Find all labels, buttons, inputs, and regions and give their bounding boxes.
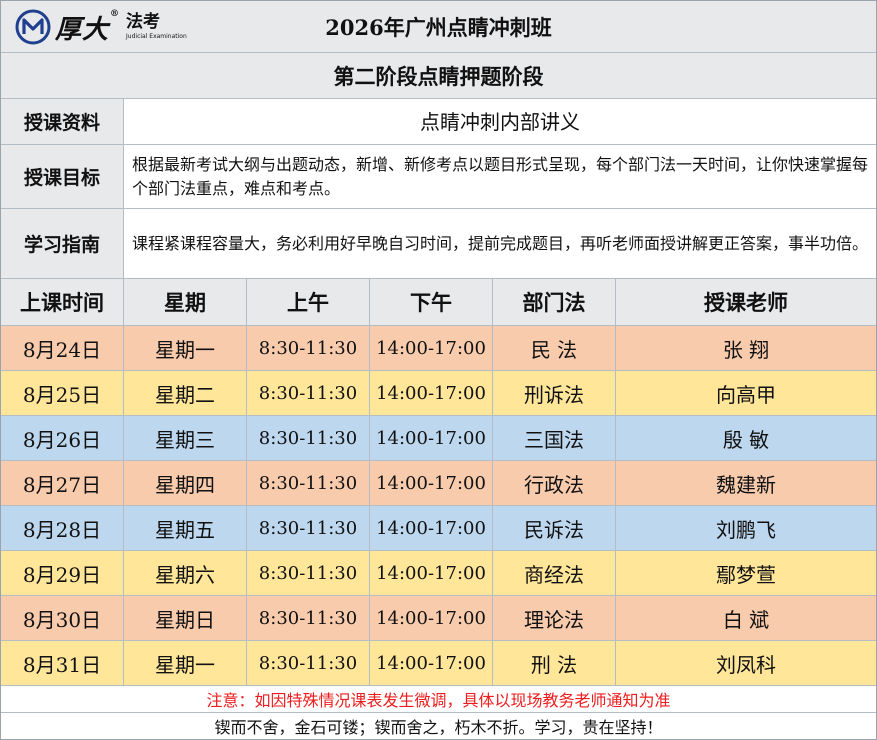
info-value: 根据最新考试大纲与出题动态，新增、新修考点以题目形式呈现，每个部门法一天时间，让… bbox=[124, 145, 876, 209]
brand-name-text: 厚大 bbox=[55, 14, 110, 45]
date-cell: 8月24日 bbox=[1, 326, 124, 371]
column-header-subject: 部门法 bbox=[493, 279, 616, 326]
afternoon-cell: 14:00-17:00 bbox=[370, 371, 493, 416]
law-emblem-icon bbox=[15, 9, 51, 45]
teacher-cell: 魏建新 bbox=[616, 461, 876, 506]
date-cell: 8月27日 bbox=[1, 461, 124, 506]
column-header-date: 上课时间 bbox=[1, 279, 124, 326]
weekday-cell: 星期六 bbox=[124, 551, 247, 596]
weekday-cell: 星期日 bbox=[124, 596, 247, 641]
afternoon-cell: 14:00-17:00 bbox=[370, 326, 493, 371]
morning-cell: 8:30-11:30 bbox=[247, 461, 370, 506]
info-label: 授课资料 bbox=[1, 99, 124, 145]
column-header-teacher: 授课老师 bbox=[616, 279, 876, 326]
morning-cell: 8:30-11:30 bbox=[247, 371, 370, 416]
brand-logo: 厚大® 法考 Judicial Examination bbox=[15, 9, 187, 45]
info-value: 点睛冲刺内部讲义 bbox=[124, 99, 876, 145]
afternoon-cell: 14:00-17:00 bbox=[370, 416, 493, 461]
brand-subtitle: 法考 Judicial Examination bbox=[126, 14, 187, 40]
teacher-cell: 刘凤科 bbox=[616, 641, 876, 686]
title-row: 2026年广州点睛冲刺班 厚大® 法考 Judicial Examination bbox=[1, 1, 876, 53]
notice-text: 注意：如因特殊情况课表发生微调，具体以现场教务老师通知为准 bbox=[1, 686, 876, 713]
subject-cell: 民 法 bbox=[493, 326, 616, 371]
weekday-cell: 星期五 bbox=[124, 506, 247, 551]
table-row: 8月31日 星期一 8:30-11:30 14:00-17:00 刑 法刘凤科 bbox=[1, 641, 876, 686]
notice-row: 注意：如因特殊情况课表发生微调，具体以现场教务老师通知为准 bbox=[1, 686, 876, 713]
date-cell: 8月26日 bbox=[1, 416, 124, 461]
weekday-cell: 星期一 bbox=[124, 641, 247, 686]
table-row: 8月24日 星期一 8:30-11:30 14:00-17:00 民 法张 翔 bbox=[1, 326, 876, 371]
table-row: 8月28日 星期五 8:30-11:30 14:00-17:00 民诉法 刘鹏飞 bbox=[1, 506, 876, 551]
date-cell: 8月31日 bbox=[1, 641, 124, 686]
afternoon-cell: 14:00-17:00 bbox=[370, 461, 493, 506]
subject-cell: 刑 法 bbox=[493, 641, 616, 686]
stage-row: 第二阶段点睛押题阶段 bbox=[1, 53, 876, 99]
morning-cell: 8:30-11:30 bbox=[247, 326, 370, 371]
teacher-cell: 张 翔 bbox=[616, 326, 876, 371]
teacher-cell: 白 斌 bbox=[616, 596, 876, 641]
info-label: 授课目标 bbox=[1, 145, 124, 209]
date-cell: 8月28日 bbox=[1, 506, 124, 551]
column-header-afternoon: 下午 bbox=[370, 279, 493, 326]
table-row: 8月25日 星期二 8:30-11:30 14:00-17:00 刑诉法 向高甲 bbox=[1, 371, 876, 416]
date-cell: 8月30日 bbox=[1, 596, 124, 641]
weekday-cell: 星期二 bbox=[124, 371, 247, 416]
teacher-cell: 鄢梦萱 bbox=[616, 551, 876, 596]
info-value: 课程紧课程容量大，务必利用好早晚自习时间，提前完成题目，再听老师面授讲解更正答案… bbox=[124, 209, 876, 279]
info-row-guide: 学习指南 课程紧课程容量大，务必利用好早晚自习时间，提前完成题目，再听老师面授讲… bbox=[1, 209, 876, 279]
brand-name: 厚大® bbox=[55, 9, 120, 46]
morning-cell: 8:30-11:30 bbox=[247, 551, 370, 596]
teacher-cell: 向高甲 bbox=[616, 371, 876, 416]
subject-cell: 商经法 bbox=[493, 551, 616, 596]
subject-cell: 刑诉法 bbox=[493, 371, 616, 416]
afternoon-cell: 14:00-17:00 bbox=[370, 596, 493, 641]
date-cell: 8月25日 bbox=[1, 371, 124, 416]
afternoon-cell: 14:00-17:00 bbox=[370, 506, 493, 551]
subject-cell: 行政法 bbox=[493, 461, 616, 506]
subject-cell: 民诉法 bbox=[493, 506, 616, 551]
schedule-sheet: 2026年广州点睛冲刺班 厚大® 法考 Judicial Examination… bbox=[0, 0, 877, 740]
brand-subtitle-en: Judicial Examination bbox=[126, 33, 187, 40]
brand-subtitle-cn: 法考 bbox=[126, 12, 161, 32]
info-label: 学习指南 bbox=[1, 209, 124, 279]
morning-cell: 8:30-11:30 bbox=[247, 506, 370, 551]
subject-cell: 理论法 bbox=[493, 596, 616, 641]
afternoon-cell: 14:00-17:00 bbox=[370, 641, 493, 686]
subject-cell: 三国法 bbox=[493, 416, 616, 461]
afternoon-cell: 14:00-17:00 bbox=[370, 551, 493, 596]
weekday-cell: 星期四 bbox=[124, 461, 247, 506]
motto-text: 锲而不舍，金石可镂；锲而舍之，朽木不折。学习，贵在坚持！ bbox=[214, 718, 663, 737]
morning-cell: 8:30-11:30 bbox=[247, 416, 370, 461]
info-row-materials: 授课资料 点睛冲刺内部讲义 bbox=[1, 99, 876, 145]
teacher-cell: 殷 敏 bbox=[616, 416, 876, 461]
table-row: 8月30日 星期日 8:30-11:30 14:00-17:00 理论法白 斌 bbox=[1, 596, 876, 641]
weekday-cell: 星期三 bbox=[124, 416, 247, 461]
date-cell: 8月29日 bbox=[1, 551, 124, 596]
column-header-morning: 上午 bbox=[247, 279, 370, 326]
stage-title: 第二阶段点睛押题阶段 bbox=[1, 53, 876, 99]
registered-mark: ® bbox=[110, 8, 121, 19]
table-header-row: 上课时间 星期 上午 下午 部门法 授课老师 bbox=[1, 279, 876, 326]
morning-cell: 8:30-11:30 bbox=[247, 641, 370, 686]
table-row: 8月29日 星期六 8:30-11:30 14:00-17:00 商经法 鄢梦萱 bbox=[1, 551, 876, 596]
info-row-goal: 授课目标 根据最新考试大纲与出题动态，新增、新修考点以题目形式呈现，每个部门法一… bbox=[1, 145, 876, 209]
weekday-cell: 星期一 bbox=[124, 326, 247, 371]
motto-row: 锲而不舍，金石可镂；锲而舍之，朽木不折。学习，贵在坚持！ bbox=[1, 713, 876, 739]
column-header-weekday: 星期 bbox=[124, 279, 247, 326]
teacher-cell: 刘鹏飞 bbox=[616, 506, 876, 551]
table-row: 8月26日 星期三 8:30-11:30 14:00-17:00 三国法殷 敏 bbox=[1, 416, 876, 461]
morning-cell: 8:30-11:30 bbox=[247, 596, 370, 641]
table-row: 8月27日 星期四 8:30-11:30 14:00-17:00 行政法 魏建新 bbox=[1, 461, 876, 506]
